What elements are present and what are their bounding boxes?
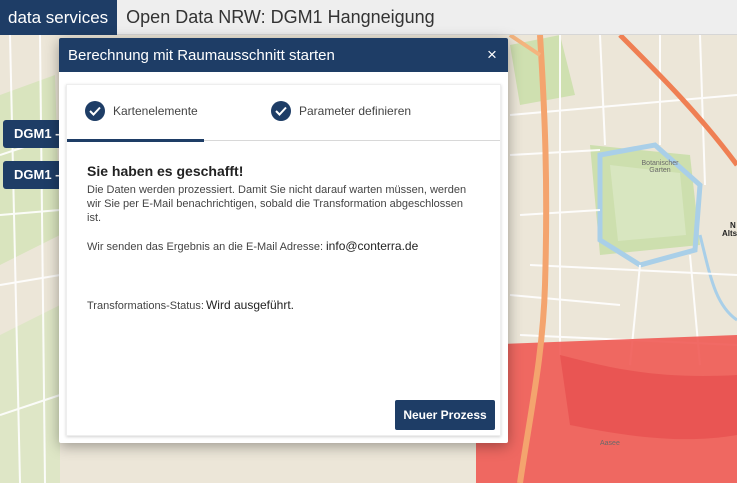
step-label: Kartenelemente	[113, 104, 198, 118]
email-line: Wir senden das Ergebnis an die E-Mail Ad…	[87, 239, 467, 254]
wizard-steps: Kartenelemente Parameter definieren	[67, 85, 500, 142]
status-line: Transformations-Status: Wird ausgeführt.	[87, 298, 467, 313]
status-prefix: Transformations-Status:	[87, 300, 204, 312]
step-parameter[interactable]: Parameter definieren	[271, 101, 411, 121]
email-address: info@conterra.de	[326, 239, 419, 253]
process-description: Die Daten werden prozessiert. Damit Sie …	[87, 184, 467, 224]
map-label-garden: Botanischer Garten	[641, 160, 679, 174]
dialog-header: Berechnung mit Raumausschnitt starten ×	[59, 38, 508, 72]
map-label-altst: Altst	[722, 229, 737, 238]
brand-label: data services	[0, 0, 118, 35]
step-kartenelemente[interactable]: Kartenelemente	[85, 101, 198, 121]
success-title: Sie haben es geschafft!	[87, 163, 244, 179]
result-content: Sie haben es geschafft! Die Daten werden…	[67, 141, 500, 313]
check-circle-icon	[271, 101, 291, 121]
layer-chip-2[interactable]: DGM1 -	[3, 161, 59, 189]
map-label-aasee: Aasee	[600, 440, 620, 447]
step-label: Parameter definieren	[299, 104, 412, 118]
email-prefix: Wir senden das Ergebnis an die E-Mail Ad…	[87, 241, 324, 253]
process-dialog: Berechnung mit Raumausschnitt starten × …	[59, 38, 508, 443]
app-title: Open Data NRW: DGM1 Hangneigung	[126, 6, 435, 27]
new-process-button[interactable]: Neuer Prozess	[395, 400, 495, 430]
map-label-n: N	[730, 221, 736, 230]
check-circle-icon	[85, 101, 105, 121]
active-step-indicator	[67, 139, 204, 142]
layer-chip-1[interactable]: DGM1 -	[3, 120, 59, 148]
close-button[interactable]: ×	[485, 45, 499, 65]
dialog-title: Berechnung mit Raumausschnitt starten	[68, 46, 335, 64]
status-value: Wird ausgeführt.	[205, 298, 295, 312]
wizard-panel: Kartenelemente Parameter definieren Sie …	[66, 84, 501, 436]
top-bar: data services Open Data NRW: DGM1 Hangne…	[0, 0, 737, 35]
